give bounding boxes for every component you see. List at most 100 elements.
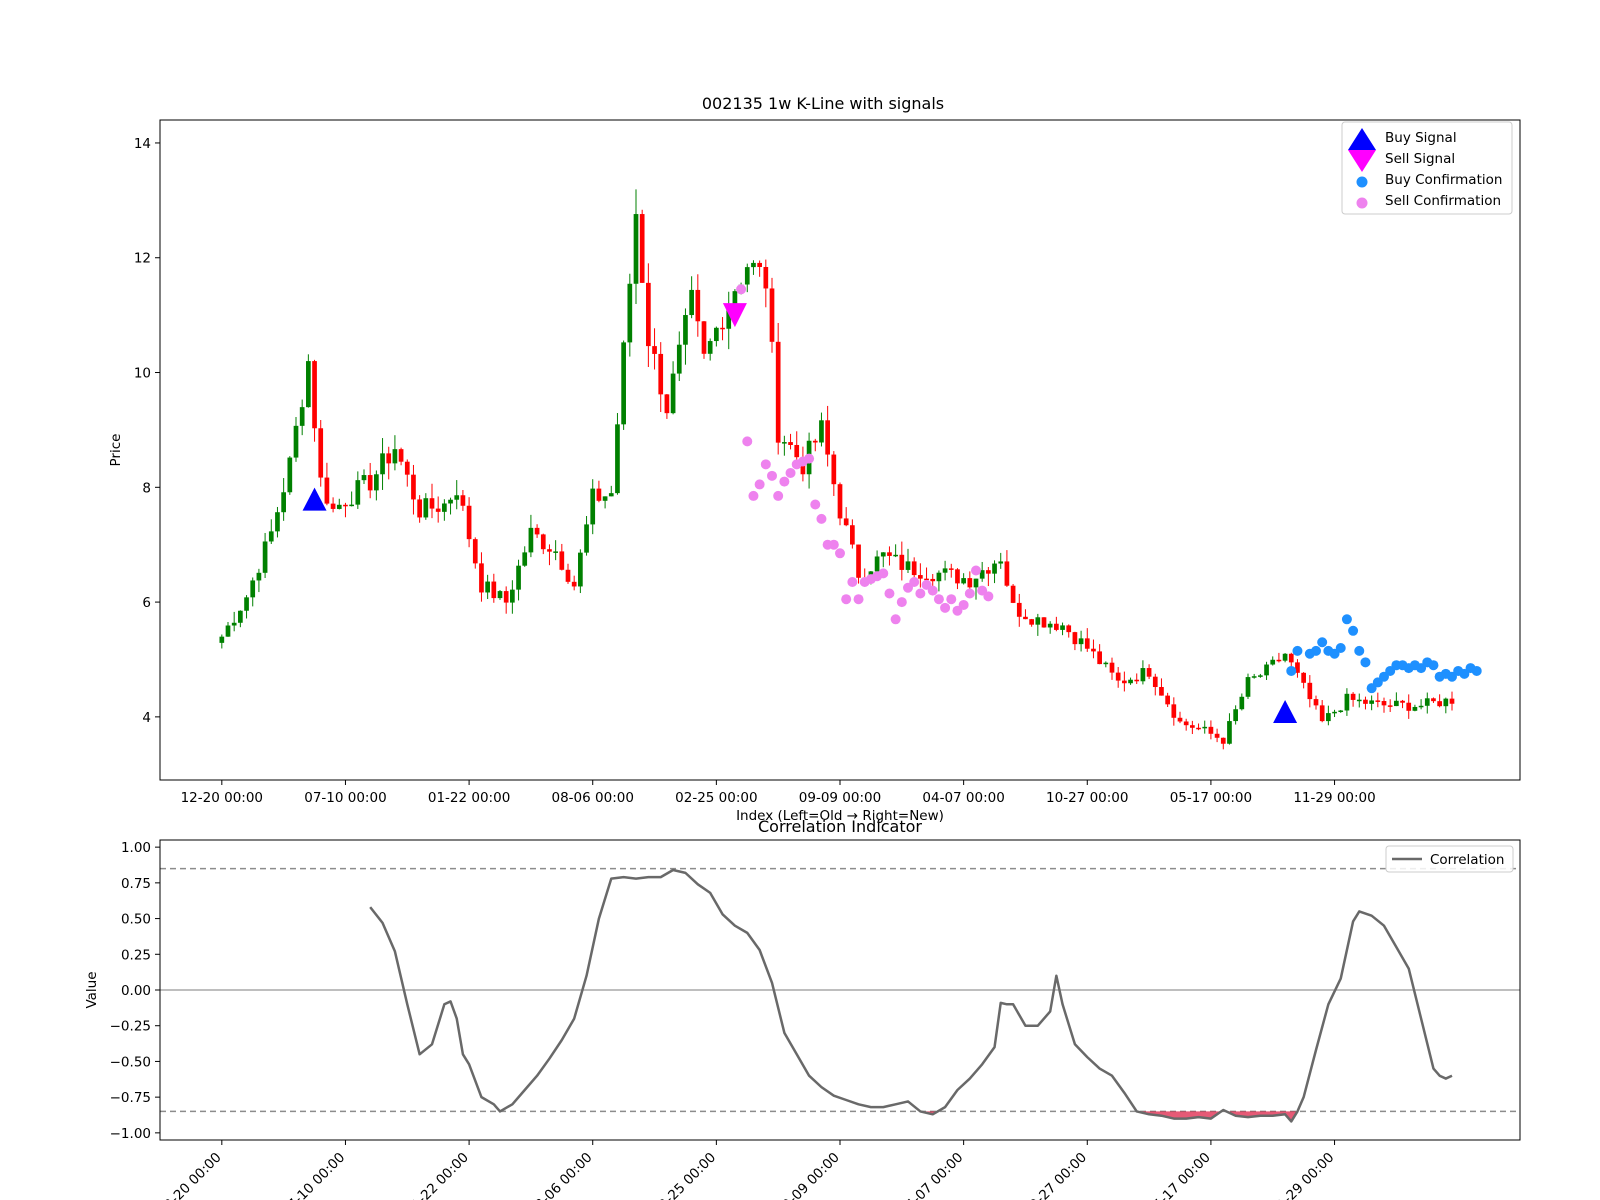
legend-sell-confirmation-label: Sell Confirmation (1385, 193, 1501, 209)
sell-confirmation-point (964, 588, 975, 599)
candle-body (843, 518, 849, 526)
buy-confirmation-point (1292, 645, 1303, 656)
candle-body (948, 568, 954, 570)
candle-body (343, 504, 348, 507)
buy-confirmation-point (1286, 665, 1297, 676)
sell-confirmation-point (946, 594, 957, 605)
candle-body (374, 474, 379, 491)
candle-body (330, 503, 336, 509)
sell-confirmation-point (804, 453, 815, 464)
correlation-y-tick-label: −0.25 (110, 1019, 151, 1035)
candle-body (1190, 725, 1195, 728)
candle-body (646, 282, 651, 347)
correlation-x-tick-label: 11-29 00:00 (1268, 1150, 1338, 1200)
candle-body (1375, 700, 1381, 702)
candle-body (782, 442, 787, 444)
sell-confirmation-point (810, 499, 821, 510)
candle-body (380, 453, 385, 475)
candle-body (1424, 698, 1430, 706)
candle-body (942, 568, 948, 573)
candle-body (676, 344, 682, 374)
candle-body (287, 457, 293, 493)
candle-body (1437, 701, 1442, 707)
candle-body (1010, 585, 1016, 603)
candle-body (1270, 659, 1276, 665)
candle-body (812, 440, 818, 443)
candle-body (1394, 700, 1399, 707)
candle-body (1196, 727, 1201, 730)
candle-body (1159, 687, 1164, 696)
candle-body (460, 495, 466, 506)
candle-body (386, 453, 392, 464)
candle-body (293, 425, 299, 458)
candle-body (318, 428, 324, 478)
candle-body (491, 581, 497, 599)
candle-body (788, 442, 793, 445)
buy-confirmation-point (1341, 614, 1352, 625)
candle-body (1332, 711, 1337, 714)
candle-body (1319, 705, 1325, 722)
sell-confirmation-point (748, 490, 759, 501)
candle-body (1066, 625, 1072, 633)
buy-confirmation-point (1335, 643, 1346, 653)
candle-body (707, 341, 713, 354)
candle-body (571, 581, 577, 587)
correlation-y-tick-label: 0.00 (121, 983, 151, 999)
candle-body (336, 504, 342, 509)
kline-y-tick-label: 14 (134, 136, 151, 152)
figure: 002135 1w K-Line with signals 468101214 … (84, 94, 1521, 1200)
candle-body (510, 589, 515, 603)
candle-body (1264, 664, 1269, 676)
kline-x-tick-label: 11-29 00:00 (1293, 790, 1375, 806)
candle-body (893, 554, 898, 557)
candle-body (744, 267, 750, 285)
candle-body (466, 505, 472, 540)
candle-body (621, 342, 626, 425)
kline-y-tick-label: 8 (142, 480, 151, 496)
candle-body (485, 581, 490, 593)
candle-body (349, 504, 354, 507)
candle-body (615, 424, 620, 494)
candle-body (559, 551, 565, 570)
candle-body (1060, 625, 1065, 630)
candle-body (1431, 698, 1436, 702)
sell-confirmation-point (878, 568, 889, 579)
kline-x-tick-label: 08-06 00:00 (552, 790, 634, 806)
candle-body (1258, 675, 1263, 677)
candle-body (1227, 721, 1232, 744)
correlation-y-tick-label: 1.00 (121, 840, 151, 856)
candle-body (757, 262, 762, 267)
candle-body (578, 552, 583, 587)
candle-body (837, 484, 843, 519)
candle-body (1202, 726, 1208, 729)
sell-confirmation-point (736, 284, 747, 295)
candle-body (565, 569, 571, 582)
candle-body (306, 361, 311, 408)
candle-body (1078, 638, 1084, 645)
candle-body (831, 454, 837, 485)
correlation-title: Correlation Indicator (758, 817, 922, 836)
candle-body (658, 353, 664, 395)
candle-body (930, 578, 936, 582)
candle-body (714, 327, 719, 342)
candle-body (275, 512, 280, 532)
candle-body (590, 488, 596, 525)
candle-body (1128, 679, 1133, 684)
candle-body (1307, 682, 1313, 700)
candle-body (701, 321, 707, 354)
candle-body (534, 527, 540, 535)
kline-x-tick-label: 05-17 00:00 (1170, 790, 1252, 806)
candle-body (874, 556, 880, 572)
candle-body (361, 475, 367, 481)
candle-body (1350, 693, 1356, 700)
candle-body (695, 289, 701, 322)
candle-body (992, 563, 997, 574)
candle-body (429, 498, 435, 509)
candle-body (850, 525, 855, 545)
candle-body (664, 394, 670, 414)
candle-body (1313, 699, 1319, 706)
correlation-x-tick-label: 01-22 00:00 (402, 1150, 472, 1200)
candle-body (794, 444, 800, 458)
candle-body (250, 580, 256, 598)
candle-body (720, 327, 725, 330)
